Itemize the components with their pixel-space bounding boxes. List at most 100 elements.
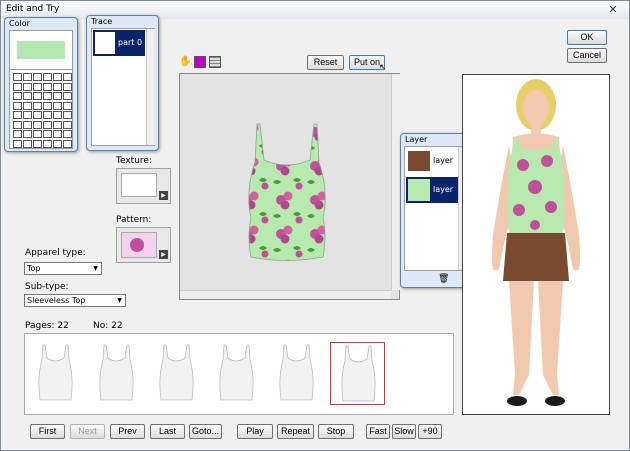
trace-item-label: part 0 [118,38,143,47]
stop-button[interactable]: Stop [318,424,354,439]
color-cell[interactable] [33,139,42,148]
color-cell[interactable] [23,130,32,138]
close-icon[interactable]: ✕ [605,3,621,17]
chevron-down-icon: ▼ [93,265,98,272]
color-cell[interactable] [53,73,62,81]
color-cell[interactable] [23,73,32,81]
garment-thumbnail[interactable] [89,342,144,405]
canvas-horizontal-scrollbar[interactable] [180,290,391,299]
tank-top-icon [219,344,254,401]
color-cell[interactable] [13,101,22,110]
color-cell[interactable] [23,101,32,110]
color-cell[interactable] [43,139,52,148]
last-button[interactable]: Last [150,424,185,439]
garment-thumbnail[interactable] [209,342,264,405]
color-cell[interactable] [63,92,72,100]
tank-top-icon [38,344,73,401]
color-cell[interactable] [53,120,62,129]
goto-button[interactable]: Goto... [189,424,222,439]
color-cell[interactable] [53,130,62,138]
play-button[interactable]: Play [237,424,273,439]
color-cell[interactable] [43,130,52,138]
cancel-button[interactable]: Cancel [567,48,607,63]
first-button[interactable]: First [30,424,65,439]
layer-panel-title: Layer [405,135,428,144]
color-cell[interactable] [53,82,62,91]
color-cell[interactable] [13,73,22,81]
rotate-90-button[interactable]: +90 [418,424,442,439]
garment-preview [248,123,326,261]
pattern-label: Pattern: [116,215,152,225]
model-figure [492,79,580,406]
trace-item[interactable]: part 0 [93,30,145,56]
slow-button[interactable]: Slow [392,424,416,439]
color-cell[interactable] [53,139,62,148]
color-cell[interactable] [63,111,72,119]
apparel-type-select[interactable]: Top ▼ [24,262,102,275]
color-cell[interactable] [63,82,72,91]
reset-button[interactable]: Reset [307,55,344,70]
trace-scrollbar[interactable] [146,29,155,145]
garment-thumbnail[interactable] [149,342,204,405]
ok-button[interactable]: OK [567,30,607,45]
color-cell[interactable] [43,82,52,91]
color-cell[interactable] [33,111,42,119]
color-cell[interactable] [53,111,62,119]
color-cell[interactable] [33,130,42,138]
color-cell[interactable] [13,139,22,148]
garment-thumbnail[interactable] [269,342,324,405]
pattern-tool-icon[interactable] [209,56,221,68]
color-cell[interactable] [53,101,62,110]
fast-button[interactable]: Fast [366,424,390,439]
color-cell[interactable] [23,139,32,148]
color-cell[interactable] [43,120,52,129]
trace-panel-title: Trace [91,17,113,26]
color-cell[interactable] [43,73,52,81]
texture-arrow-icon[interactable]: ▶ [159,191,168,200]
sub-type-label: Sub-type: [25,282,69,292]
repeat-button[interactable]: Repeat [277,424,314,439]
color-cell[interactable] [13,92,22,100]
sub-type-select[interactable]: Sleeveless Top ▼ [24,294,126,307]
color-cell[interactable] [63,120,72,129]
color-cell[interactable] [33,73,42,81]
color-cell[interactable] [13,130,22,138]
color-cell[interactable] [43,92,52,100]
color-panel-title: Color [9,19,30,28]
paint-tool-icon[interactable]: ✋ [179,56,191,68]
color-cell[interactable] [33,82,42,91]
canvas-vertical-scrollbar[interactable] [391,74,400,290]
chevron-down-icon: ▼ [117,297,122,304]
color-cell[interactable] [63,101,72,110]
color-cell[interactable] [23,92,32,100]
garment-thumbnail[interactable] [330,342,385,405]
color-cell[interactable] [33,120,42,129]
pattern-arrow-icon[interactable]: ▶ [159,250,168,259]
color-cell[interactable] [63,139,72,148]
color-grid[interactable] [9,69,73,149]
color-cell[interactable] [53,92,62,100]
color-cell[interactable] [23,120,32,129]
color-cell[interactable] [43,111,52,119]
color-cell[interactable] [33,92,42,100]
color-cell[interactable] [23,111,32,119]
layer-item-2[interactable]: layer [406,177,458,203]
garment-thumbnail[interactable] [28,342,83,405]
color-cell[interactable] [43,101,52,110]
trash-icon[interactable]: 🗑 [438,274,449,284]
pattern-box[interactable]: ▶ [116,227,171,263]
color-cell[interactable] [23,82,32,91]
layer-item-1[interactable]: layer [406,149,458,173]
garment-canvas[interactable] [179,73,400,300]
color-cell[interactable] [13,111,22,119]
next-button[interactable]: Next [70,424,105,439]
texture-box[interactable]: ▶ [116,168,171,204]
prev-button[interactable]: Prev [110,424,145,439]
color-cell[interactable] [33,101,42,110]
color-cell[interactable] [13,120,22,129]
color-cell[interactable] [63,73,72,81]
color-cell[interactable] [13,82,22,91]
color-cell[interactable] [63,130,72,138]
layer-panel: Layer layer layer 🗑 [400,133,470,288]
color-fill-icon[interactable] [194,56,206,68]
